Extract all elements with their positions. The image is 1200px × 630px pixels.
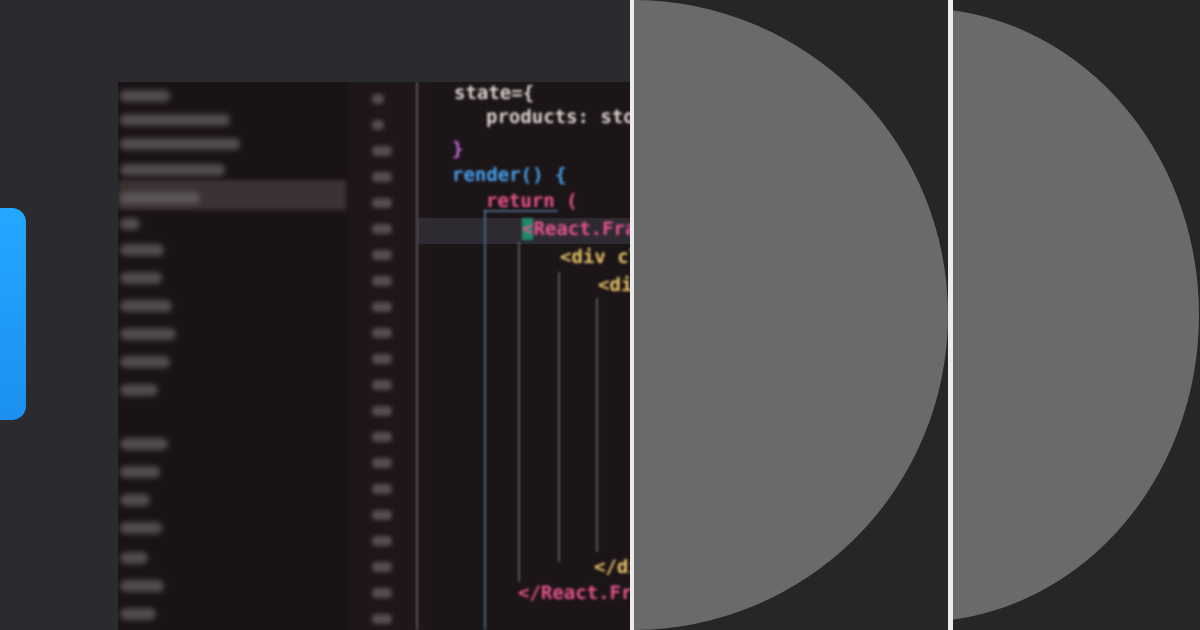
sidebar-row bbox=[120, 272, 162, 284]
line-number bbox=[372, 120, 384, 130]
sidebar-row bbox=[120, 164, 225, 176]
sidebar-row bbox=[120, 608, 156, 620]
placeholder-panel-1 bbox=[634, 0, 948, 630]
sidebar-row bbox=[120, 300, 172, 312]
sidebar-row bbox=[120, 580, 164, 592]
line-number bbox=[372, 146, 392, 156]
line-number bbox=[372, 172, 392, 182]
sidebar-row bbox=[120, 244, 164, 256]
line-number bbox=[372, 510, 392, 520]
code-line: <di bbox=[598, 274, 630, 296]
matched-bracket-highlight: < bbox=[522, 218, 534, 240]
sidebar-row bbox=[120, 356, 170, 368]
line-number bbox=[372, 276, 392, 286]
sidebar-row bbox=[120, 328, 176, 340]
line-number bbox=[372, 536, 392, 546]
indent-guide bbox=[416, 82, 418, 630]
code-line: <div cla bbox=[560, 246, 630, 268]
line-number bbox=[372, 250, 392, 260]
line-number bbox=[372, 354, 392, 364]
code-line: } bbox=[452, 138, 464, 160]
placeholder-panel-2 bbox=[953, 0, 1200, 630]
sidebar-row bbox=[120, 90, 170, 102]
sidebar-row bbox=[120, 466, 160, 478]
indent-guide bbox=[558, 272, 560, 562]
line-number bbox=[372, 94, 384, 104]
sidebar-row bbox=[120, 138, 240, 150]
placeholder-image-1 bbox=[634, 0, 948, 630]
sidebar-row bbox=[120, 114, 230, 126]
side-accent-tab[interactable] bbox=[0, 208, 26, 420]
line-number bbox=[372, 432, 392, 442]
code-editor-photo: state={ products: store } render() { ret… bbox=[118, 82, 630, 630]
indent-guide bbox=[518, 242, 520, 582]
code-line: </di bbox=[594, 556, 630, 578]
sidebar-row bbox=[120, 192, 200, 204]
line-number bbox=[372, 198, 392, 208]
page-header-band bbox=[0, 0, 632, 80]
indent-guide bbox=[596, 298, 598, 552]
sidebar-row bbox=[120, 218, 140, 230]
line-number bbox=[372, 302, 392, 312]
line-number bbox=[372, 614, 392, 624]
line-number bbox=[372, 224, 392, 234]
file-explorer-sidebar bbox=[118, 82, 346, 630]
sidebar-row bbox=[120, 522, 162, 534]
line-number bbox=[372, 328, 392, 338]
line-number bbox=[372, 588, 392, 598]
sidebar-row bbox=[120, 552, 148, 564]
bracket-guide bbox=[484, 210, 486, 630]
placeholder-image-2 bbox=[953, 8, 1199, 622]
line-number bbox=[372, 562, 392, 572]
code-line: <React.Frag bbox=[522, 218, 630, 240]
line-number-gutter bbox=[350, 82, 430, 630]
sidebar-row bbox=[120, 384, 158, 396]
code-line: products: store bbox=[486, 106, 630, 128]
code-line: return ( bbox=[486, 190, 578, 212]
line-number bbox=[372, 406, 392, 416]
sidebar-row bbox=[120, 494, 150, 506]
code-line: render() { bbox=[452, 164, 567, 186]
code-line: </React.Frag bbox=[518, 582, 630, 604]
code-line: state={ bbox=[454, 82, 535, 104]
line-number bbox=[372, 458, 392, 468]
sidebar-row bbox=[120, 438, 168, 450]
line-number bbox=[372, 484, 392, 494]
line-number bbox=[372, 380, 392, 390]
